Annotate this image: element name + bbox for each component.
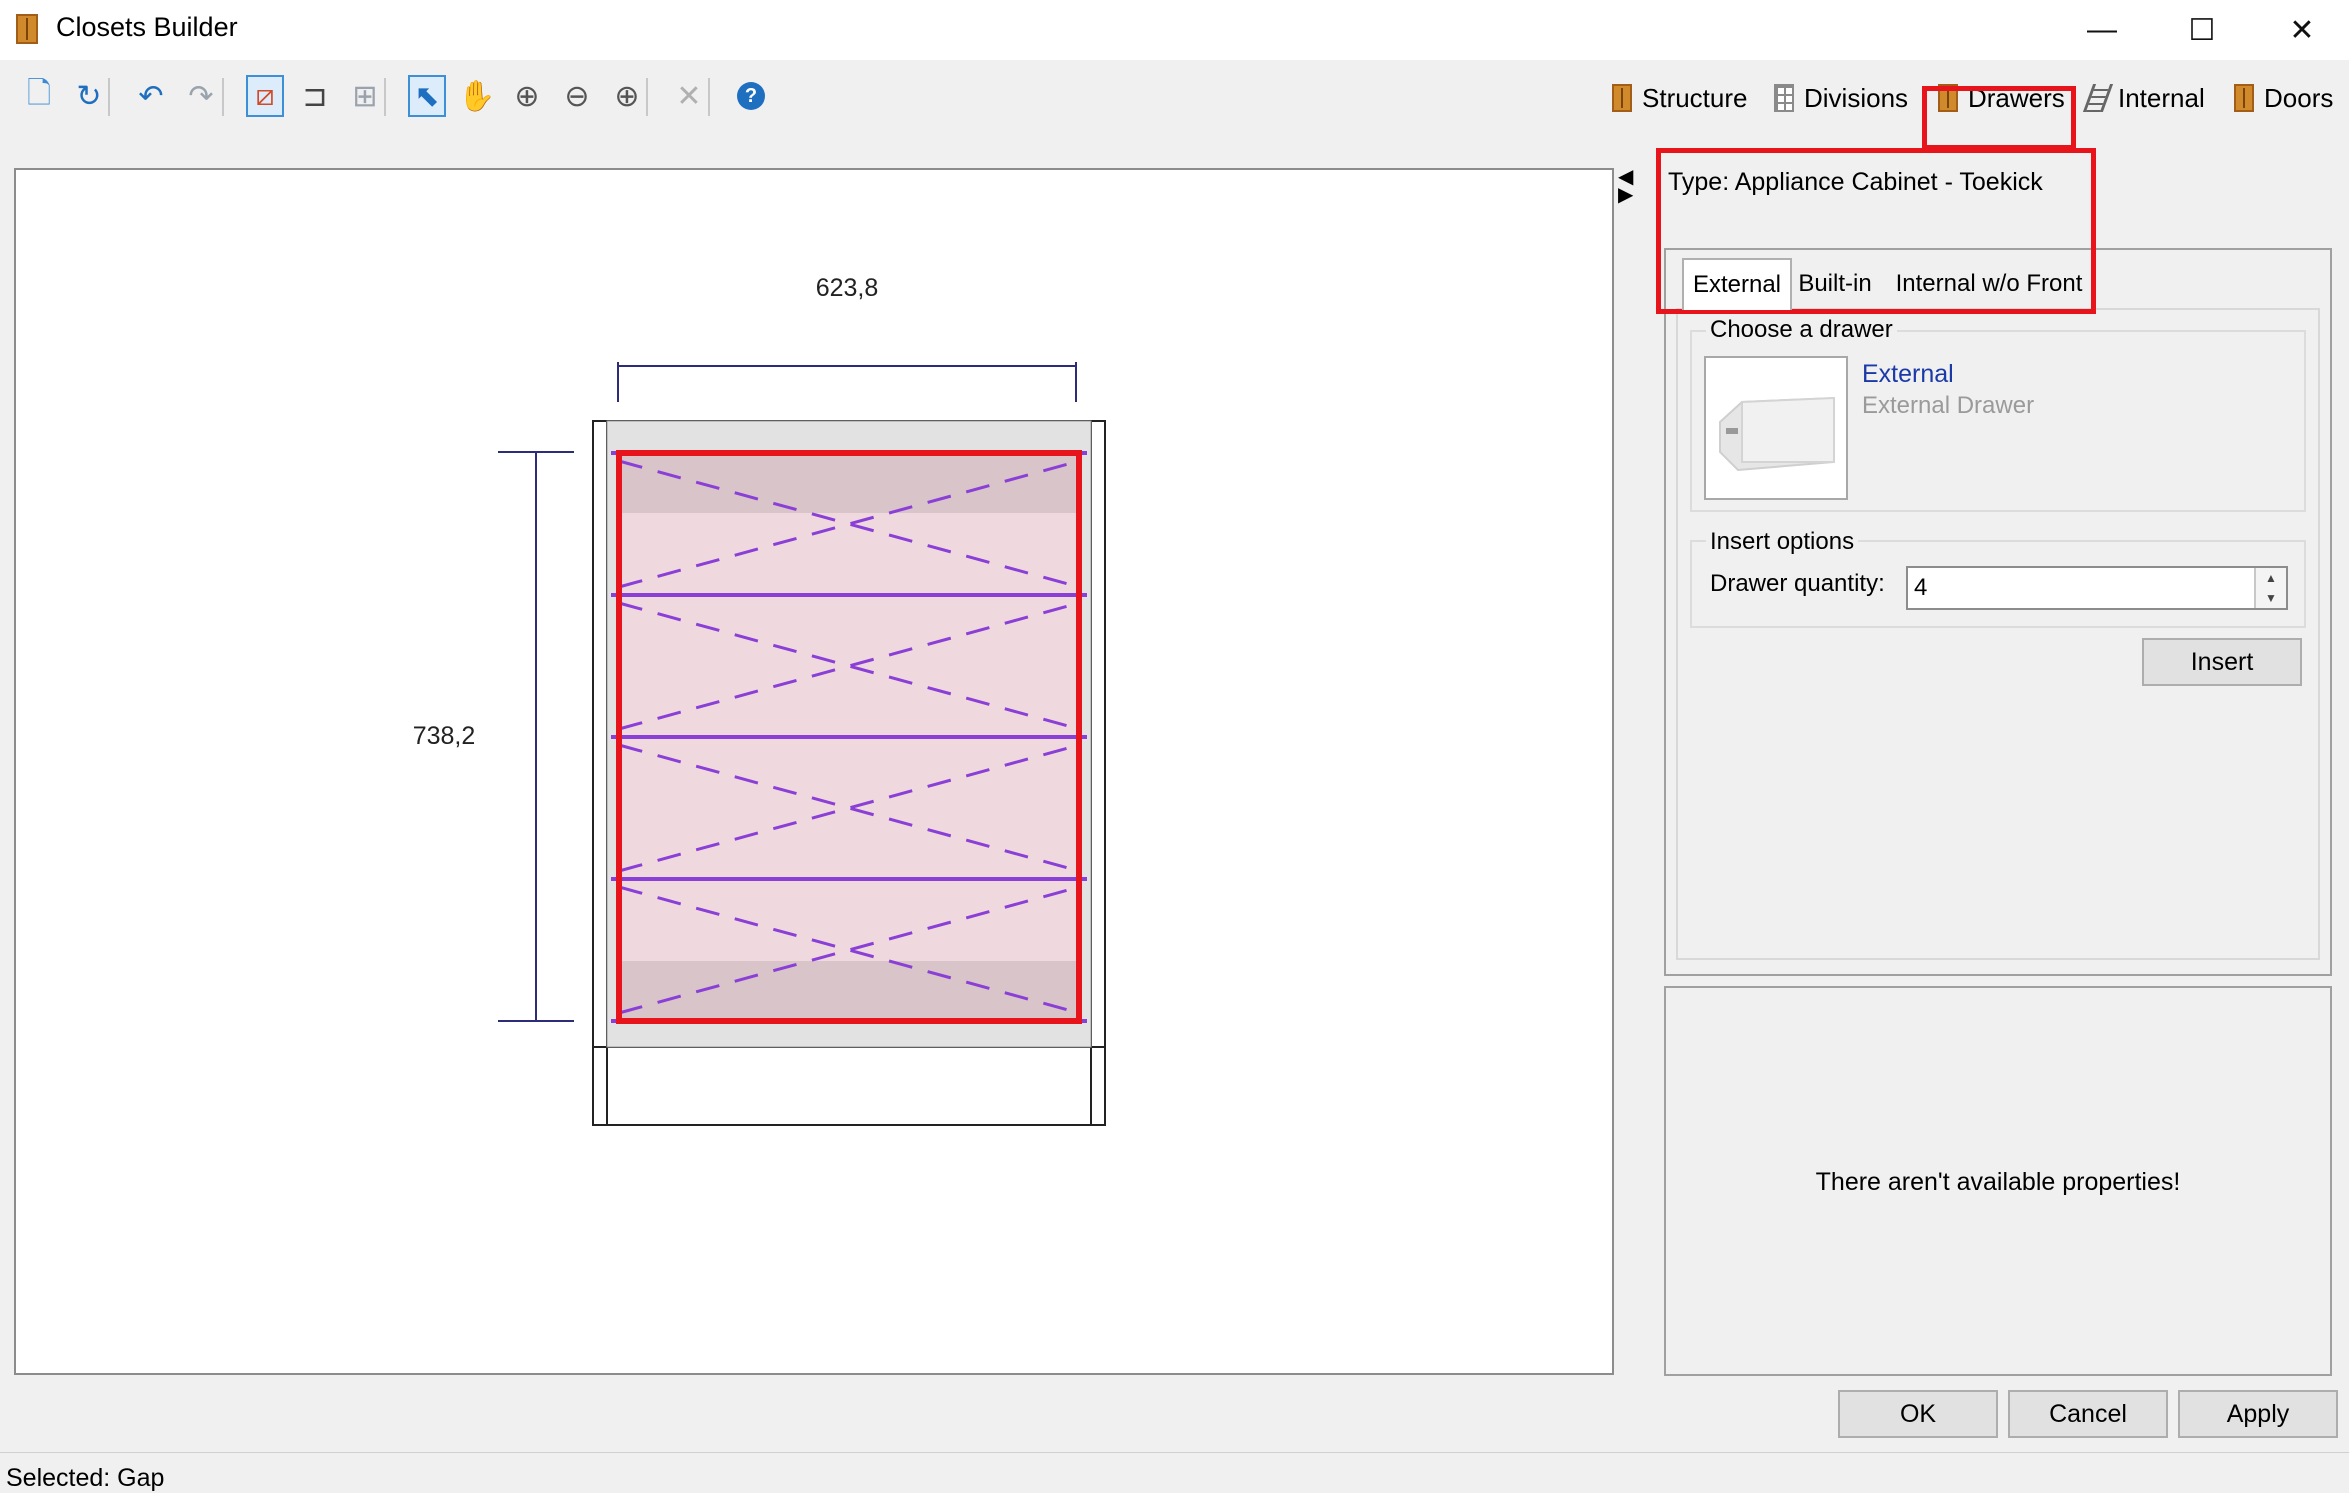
toolbar-separator bbox=[384, 78, 386, 116]
toolbar-separator bbox=[708, 78, 710, 116]
zoom-fit-icon[interactable]: ⊕ bbox=[508, 75, 546, 117]
internal-icon bbox=[2082, 84, 2114, 112]
status-bar bbox=[0, 1452, 2349, 1493]
mode-tab-label: Drawers bbox=[1968, 82, 2065, 113]
grid-icon[interactable]: ⊞ bbox=[346, 75, 384, 117]
quantity-stepper[interactable]: ▲ ▼ bbox=[2254, 568, 2286, 608]
title-bar bbox=[0, 0, 2349, 60]
toolbar-separator bbox=[222, 78, 224, 116]
help-icon[interactable]: ? bbox=[732, 75, 770, 117]
mode-tab-divisions[interactable]: Divisions bbox=[1774, 78, 1908, 118]
type-label: Type: Appliance Cabinet - Toekick bbox=[1668, 168, 2043, 196]
mode-tab-label: Structure bbox=[1642, 82, 1748, 113]
maximize-button[interactable]: ☐ bbox=[2152, 0, 2252, 60]
drawer-quantity-input[interactable] bbox=[1906, 566, 2288, 610]
drawer-option-name[interactable]: External bbox=[1862, 360, 1954, 389]
ok-button[interactable]: OK bbox=[1838, 1390, 1998, 1438]
panel-collapse-arrows[interactable]: ◀ ▶ bbox=[1618, 167, 1638, 205]
drawing-canvas[interactable]: 623,8 738,2 bbox=[14, 168, 1614, 1375]
divisions-icon bbox=[1774, 84, 1794, 112]
cabinet-drawing[interactable]: 623,8 738,2 bbox=[16, 170, 1612, 1373]
spin-up-icon[interactable]: ▲ bbox=[2265, 571, 2277, 585]
delete-icon[interactable]: ✕ bbox=[670, 75, 708, 117]
window-title: Closets Builder bbox=[56, 12, 238, 42]
mode-tab-label: Internal bbox=[2118, 82, 2205, 113]
mode-tab-label: Doors bbox=[2264, 82, 2334, 113]
tab-internal-wo-front[interactable]: Internal w/o Front bbox=[1880, 260, 2098, 308]
tab-built-in[interactable]: Built-in bbox=[1792, 260, 1878, 308]
doors-icon bbox=[2234, 84, 2254, 112]
width-dimension-label: 623,8 bbox=[816, 274, 879, 302]
drawer-thumbnail[interactable] bbox=[1704, 356, 1848, 500]
toolbar-separator bbox=[108, 78, 110, 116]
hand-icon[interactable]: ✋ bbox=[458, 75, 496, 117]
insert-button[interactable]: Insert bbox=[2142, 638, 2302, 686]
bracket-icon[interactable]: ⊐ bbox=[296, 75, 334, 117]
tab-external[interactable]: External bbox=[1682, 258, 1792, 310]
app-icon bbox=[16, 14, 38, 44]
select-icon[interactable]: ⬉ bbox=[408, 75, 446, 117]
structure-icon bbox=[1612, 84, 1632, 112]
height-dimension-label: 738,2 bbox=[413, 722, 476, 750]
apply-button[interactable]: Apply bbox=[2178, 1390, 2338, 1438]
drawer-top-shade bbox=[619, 453, 1079, 513]
drawer-bottom-shade bbox=[619, 961, 1079, 1021]
drawer-quantity-label: Drawer quantity: bbox=[1710, 570, 1885, 597]
mode-tab-drawers[interactable]: Drawers bbox=[1938, 78, 2065, 118]
toolbar-separator bbox=[646, 78, 648, 116]
drawers-icon bbox=[1938, 84, 1958, 112]
close-button[interactable]: ✕ bbox=[2252, 0, 2349, 60]
properties-message: There aren't available properties! bbox=[1815, 1168, 2181, 1196]
choose-drawer-title: Choose a drawer bbox=[1706, 316, 1897, 344]
undo-icon[interactable]: ↶ bbox=[132, 75, 170, 117]
new-icon[interactable]: 🗋 bbox=[20, 75, 58, 117]
insert-options-title: Insert options bbox=[1706, 528, 1859, 556]
zoom-in-icon[interactable]: ⊕ bbox=[608, 75, 646, 117]
status-text: Selected: Gap bbox=[6, 1464, 165, 1492]
spin-down-icon[interactable]: ▼ bbox=[2265, 591, 2277, 605]
refresh-icon[interactable]: ↻ bbox=[70, 75, 108, 117]
mode-tab-internal[interactable]: Internal bbox=[2082, 78, 2205, 118]
cancel-button[interactable]: Cancel bbox=[2008, 1390, 2168, 1438]
zoom-out-icon[interactable]: ⊖ bbox=[558, 75, 596, 117]
drawer-thumbnail-image bbox=[1719, 396, 1835, 472]
mode-tab-doors[interactable]: Doors bbox=[2234, 78, 2333, 118]
mode-tab-label: Divisions bbox=[1804, 82, 1909, 113]
wireframe-icon[interactable]: ⧄ bbox=[246, 75, 284, 117]
minimize-button[interactable]: — bbox=[2052, 0, 2152, 60]
drawer-option-description: External Drawer bbox=[1862, 392, 2035, 419]
mode-tab-structure[interactable]: Structure bbox=[1612, 78, 1748, 118]
redo-icon[interactable]: ↷ bbox=[182, 75, 220, 117]
